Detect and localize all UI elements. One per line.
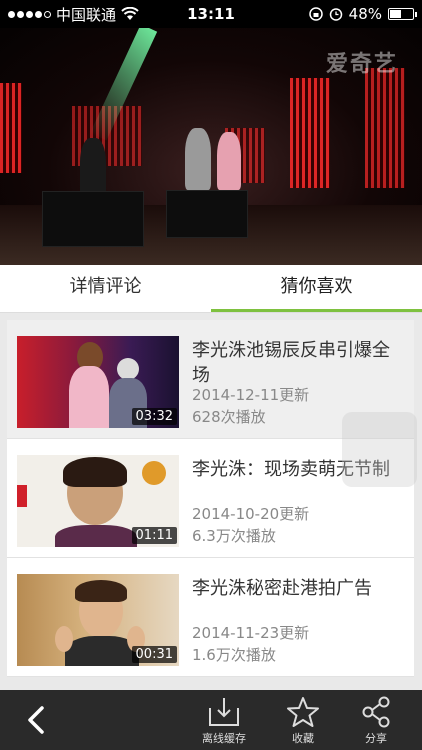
video-update-date: 2014-10-20更新 bbox=[192, 505, 310, 523]
tab-details-comments[interactable]: 详情评论 bbox=[0, 265, 211, 312]
video-duration: 01:11 bbox=[131, 527, 177, 544]
status-bar: 中国联通 13:11 48% bbox=[0, 0, 422, 28]
chevron-left-icon bbox=[28, 706, 44, 734]
tab-bar: 详情评论 猜你喜欢 bbox=[0, 265, 422, 313]
thumb-figure-head bbox=[117, 358, 139, 380]
thumb-figure-body bbox=[55, 525, 137, 547]
carrier-name: 中国联通 bbox=[56, 5, 117, 24]
video-thumbnail[interactable]: 01:11 bbox=[17, 455, 179, 547]
download-icon bbox=[209, 698, 239, 726]
share-icon bbox=[362, 696, 390, 728]
video-player[interactable]: 爱奇艺 bbox=[0, 28, 422, 265]
status-left: 中国联通 bbox=[8, 4, 139, 25]
video-duration: 00:31 bbox=[131, 646, 177, 663]
tab-recommendations[interactable]: 猜你喜欢 bbox=[211, 265, 422, 312]
video-title[interactable]: 李光洙秘密赴港拍广告 bbox=[192, 576, 400, 601]
video-update-date: 2014-12-11更新 bbox=[192, 386, 310, 404]
video-play-count: 1.6万次播放 bbox=[192, 646, 276, 664]
wifi-icon bbox=[121, 7, 139, 20]
offline-cache-button[interactable]: 离线缓存 bbox=[194, 696, 254, 746]
led-screen-left bbox=[0, 83, 22, 173]
performer-female bbox=[217, 132, 241, 190]
video-update-date: 2014-11-23更新 bbox=[192, 624, 310, 642]
video-thumbnail[interactable]: 00:31 bbox=[17, 574, 179, 666]
led-screen-right bbox=[290, 78, 330, 188]
stage-speaker-left bbox=[42, 191, 144, 247]
battery-icon bbox=[388, 8, 417, 20]
video-play-count: 6.3万次播放 bbox=[192, 527, 276, 545]
performer-dancer bbox=[80, 138, 106, 198]
back-button[interactable] bbox=[22, 700, 52, 740]
thumb-backdrop-logo bbox=[17, 485, 27, 507]
share-label: 分享 bbox=[365, 732, 387, 745]
performer-male bbox=[185, 128, 211, 190]
thumb-figure-hand bbox=[55, 626, 73, 652]
favorite-button[interactable]: 收藏 bbox=[273, 696, 333, 746]
status-right: 48% bbox=[308, 5, 417, 23]
thumb-backdrop-logo bbox=[142, 461, 166, 485]
thumb-figure-hair bbox=[75, 580, 127, 602]
video-duration: 03:32 bbox=[131, 408, 177, 425]
led-screen-far-right bbox=[365, 68, 405, 188]
rotation-lock-icon bbox=[308, 7, 323, 21]
signal-strength-icon bbox=[8, 10, 51, 18]
list-item[interactable]: 00:31 李光洙秘密赴港拍广告 2014-11-23更新 1.6万次播放 bbox=[7, 558, 414, 677]
thumb-figure-body bbox=[69, 366, 109, 428]
video-thumbnail[interactable]: 03:32 bbox=[17, 336, 179, 428]
favorite-label: 收藏 bbox=[292, 732, 314, 745]
bottom-toolbar: 离线缓存 收藏 分享 bbox=[0, 690, 422, 750]
recommendation-list: 03:32 李光洙池锡辰反串引爆全场 2014-12-11更新 628次播放 0… bbox=[7, 320, 414, 677]
battery-level bbox=[390, 10, 401, 18]
battery-percent: 48% bbox=[348, 5, 382, 23]
floating-assistive-button[interactable] bbox=[342, 412, 417, 487]
stage-speaker-right bbox=[166, 190, 248, 238]
iqiyi-watermark: 爱奇艺 bbox=[325, 52, 398, 77]
video-play-count: 628次播放 bbox=[192, 408, 266, 426]
offline-cache-label: 离线缓存 bbox=[202, 732, 246, 745]
alarm-icon bbox=[329, 8, 342, 21]
share-button[interactable]: 分享 bbox=[346, 696, 406, 746]
video-title[interactable]: 李光洙池锡辰反串引爆全场 bbox=[192, 338, 400, 388]
thumb-figure-hair bbox=[63, 457, 127, 487]
star-icon bbox=[287, 697, 319, 727]
